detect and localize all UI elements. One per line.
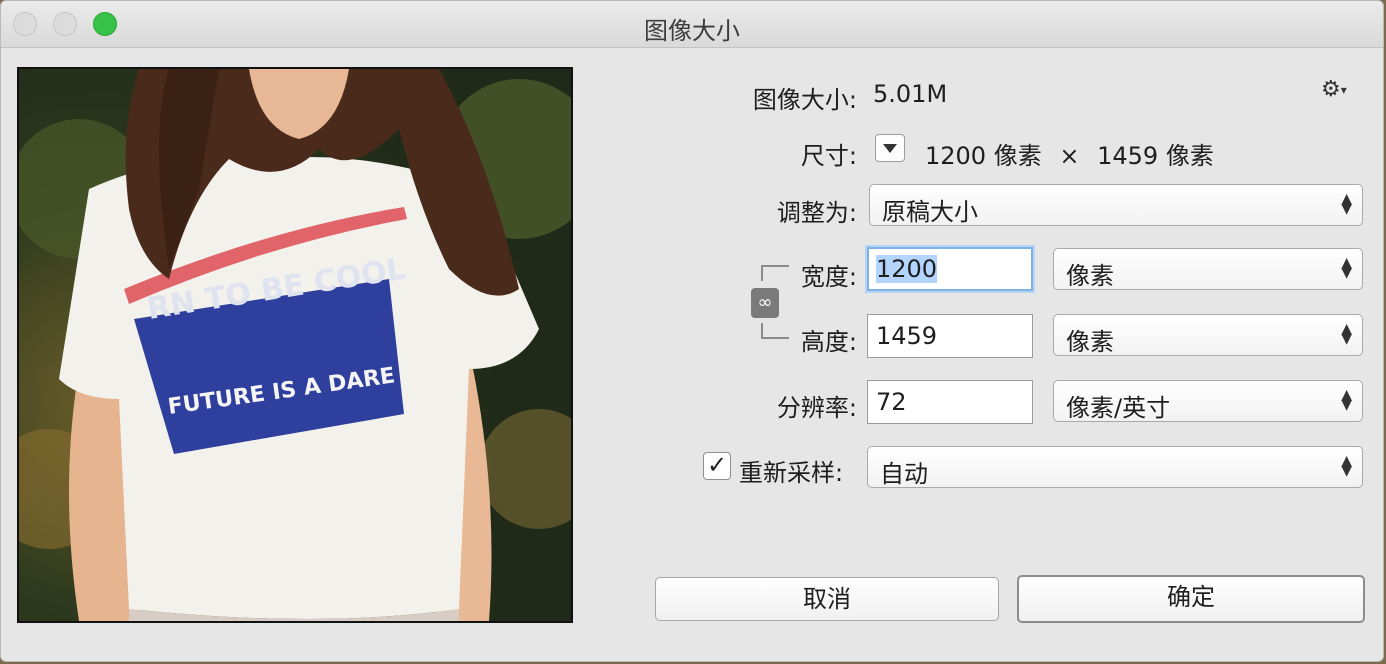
resolution-input[interactable]: 72 xyxy=(867,380,1033,424)
fit-to-value: 原稿大小 xyxy=(882,198,978,226)
dimensions-label: 尺寸: xyxy=(800,142,857,170)
resample-value: 自动 xyxy=(880,460,928,488)
cancel-button[interactable]: 取消 xyxy=(655,577,999,621)
resample-label: 重新采样: xyxy=(739,459,844,487)
constrain-proportions-link-icon[interactable]: ∞ xyxy=(751,288,779,318)
dimensions-height: 1459 xyxy=(1097,142,1159,170)
image-size-label: 图像大小: xyxy=(752,86,857,114)
resample-select[interactable]: 自动 ▲ ▼ xyxy=(867,446,1363,488)
image-preview[interactable]: RN TO BE COOL FUTURE IS A DARE xyxy=(17,67,573,623)
fit-to-label: 调整为: xyxy=(776,199,857,227)
dimensions-height-unit: 像素 xyxy=(1165,142,1214,170)
updown-arrows-icon: ▲ ▼ xyxy=(1341,453,1352,479)
preview-photo: RN TO BE COOL FUTURE IS A DARE xyxy=(19,69,571,621)
dimensions-times: × xyxy=(1059,142,1080,170)
settings-gear-icon[interactable]: ⚙▾ xyxy=(1321,75,1357,105)
updown-arrows-icon: ▲ ▼ xyxy=(1341,255,1352,281)
width-unit-select[interactable]: 像素 ▲ ▼ xyxy=(1053,248,1363,290)
resolution-input-value: 72 xyxy=(876,388,907,416)
dimensions-width-unit: 像素 xyxy=(993,142,1042,170)
updown-arrows-icon: ▲ ▼ xyxy=(1341,191,1352,217)
dimensions-readout: 1200 像素 × 1459 像素 xyxy=(925,136,1214,171)
fit-to-select[interactable]: 原稿大小 ▲ ▼ xyxy=(869,184,1363,226)
height-input-value: 1459 xyxy=(876,322,938,350)
image-size-value: 5.01M xyxy=(873,80,948,108)
height-input[interactable]: 1459 xyxy=(867,314,1033,358)
chevron-down-icon xyxy=(883,144,897,153)
width-label: 宽度: xyxy=(800,263,857,291)
dimensions-width: 1200 xyxy=(925,142,987,170)
dimensions-unit-dropdown[interactable] xyxy=(875,134,905,162)
ok-button[interactable]: 确定 xyxy=(1017,575,1365,623)
resample-checkbox[interactable]: ✓ xyxy=(703,452,731,480)
gear-dropdown-arrow-icon: ▾ xyxy=(1340,83,1347,97)
updown-arrows-icon: ▲ ▼ xyxy=(1341,387,1352,413)
updown-arrows-icon: ▲ ▼ xyxy=(1341,321,1352,347)
width-input-value: 1200 xyxy=(876,255,938,283)
width-input[interactable]: 1200 xyxy=(867,247,1033,291)
window-title: 图像大小 xyxy=(644,17,740,45)
resolution-unit-value: 像素/英寸 xyxy=(1066,394,1171,422)
checkmark-icon: ✓ xyxy=(706,451,728,479)
resolution-unit-select[interactable]: 像素/英寸 ▲ ▼ xyxy=(1053,380,1363,422)
image-size-dialog: 图像大小 RN TO BE COOL FUTURE IS A DARE 图像大小… xyxy=(0,0,1384,662)
title-bar: 图像大小 xyxy=(1,1,1383,48)
height-unit-value: 像素 xyxy=(1066,328,1114,356)
height-unit-select[interactable]: 像素 ▲ ▼ xyxy=(1053,314,1363,356)
width-unit-value: 像素 xyxy=(1066,262,1114,290)
resolution-label: 分辨率: xyxy=(776,394,857,422)
height-label: 高度: xyxy=(800,328,857,356)
